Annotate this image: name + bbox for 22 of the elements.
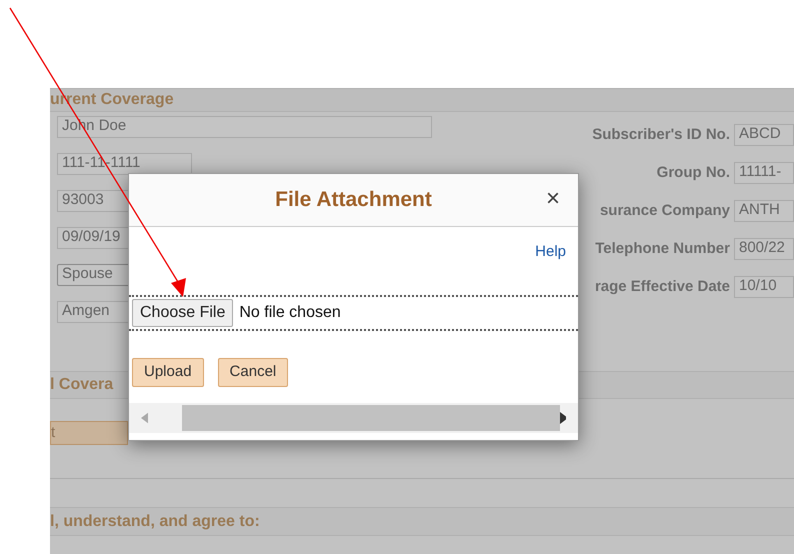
field-label: Group No. — [656, 162, 730, 183]
field-label: Telephone Number — [595, 238, 730, 259]
choose-file-button[interactable]: Choose File — [132, 299, 234, 327]
section-header: l, understand, and agree to: — [50, 507, 794, 536]
input-field[interactable]: ABCD — [734, 124, 794, 146]
close-button[interactable]: × — [546, 187, 560, 211]
dialog-title: File Attachment — [275, 187, 432, 214]
tab-button[interactable]: t — [50, 421, 128, 445]
field-label: rage Effective Date — [594, 276, 730, 297]
input-field[interactable]: 800/22 — [734, 238, 794, 260]
horizontal-scrollbar[interactable] — [129, 403, 578, 433]
field-label: Subscriber's ID No. — [592, 124, 730, 145]
input-field[interactable]: 11111- — [734, 162, 794, 184]
dialog-button[interactable]: Upload — [132, 358, 204, 386]
help-link[interactable]: Help — [535, 241, 566, 295]
scroll-left-icon[interactable] — [141, 412, 148, 424]
field-label: surance Company — [600, 200, 730, 221]
file-status: No file chosen — [239, 303, 341, 323]
input-field[interactable]: 10/10 — [734, 276, 794, 298]
dialog-button[interactable]: Cancel — [218, 358, 288, 386]
scroll-thumb[interactable] — [182, 405, 560, 431]
input-field[interactable]: ANTH — [734, 200, 794, 222]
